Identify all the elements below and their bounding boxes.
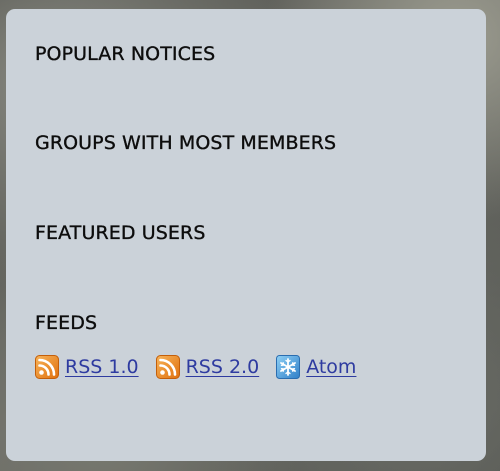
popular-notices-heading: POPULAR NOTICES (35, 43, 216, 65)
feed-rss2-label[interactable]: RSS 2.0 (186, 356, 260, 378)
rss-icon (35, 355, 59, 379)
sidebar-panel: POPULAR NOTICES GROUPS WITH MOST MEMBERS… (6, 9, 486, 461)
feeds-list: RSS 1.0 RSS 2.0 Atom (35, 355, 373, 379)
groups-most-members-heading: GROUPS WITH MOST MEMBERS (35, 132, 337, 154)
feed-atom-link[interactable]: Atom (276, 355, 356, 379)
feed-rss1-label[interactable]: RSS 1.0 (65, 356, 139, 378)
feeds-heading: FEEDS (35, 312, 98, 334)
popular-notices-section: POPULAR NOTICES (35, 43, 216, 65)
feed-rss2-link[interactable]: RSS 2.0 (155, 355, 260, 379)
groups-most-members-section: GROUPS WITH MOST MEMBERS (35, 132, 336, 154)
feed-atom-label[interactable]: Atom (306, 356, 356, 378)
featured-users-section: FEATURED USERS (35, 222, 206, 244)
feed-rss1-link[interactable]: RSS 1.0 (35, 355, 139, 379)
atom-icon (276, 355, 301, 379)
featured-users-heading: FEATURED USERS (35, 222, 206, 244)
feeds-section: FEEDS (35, 312, 97, 334)
rss-icon (155, 355, 180, 379)
